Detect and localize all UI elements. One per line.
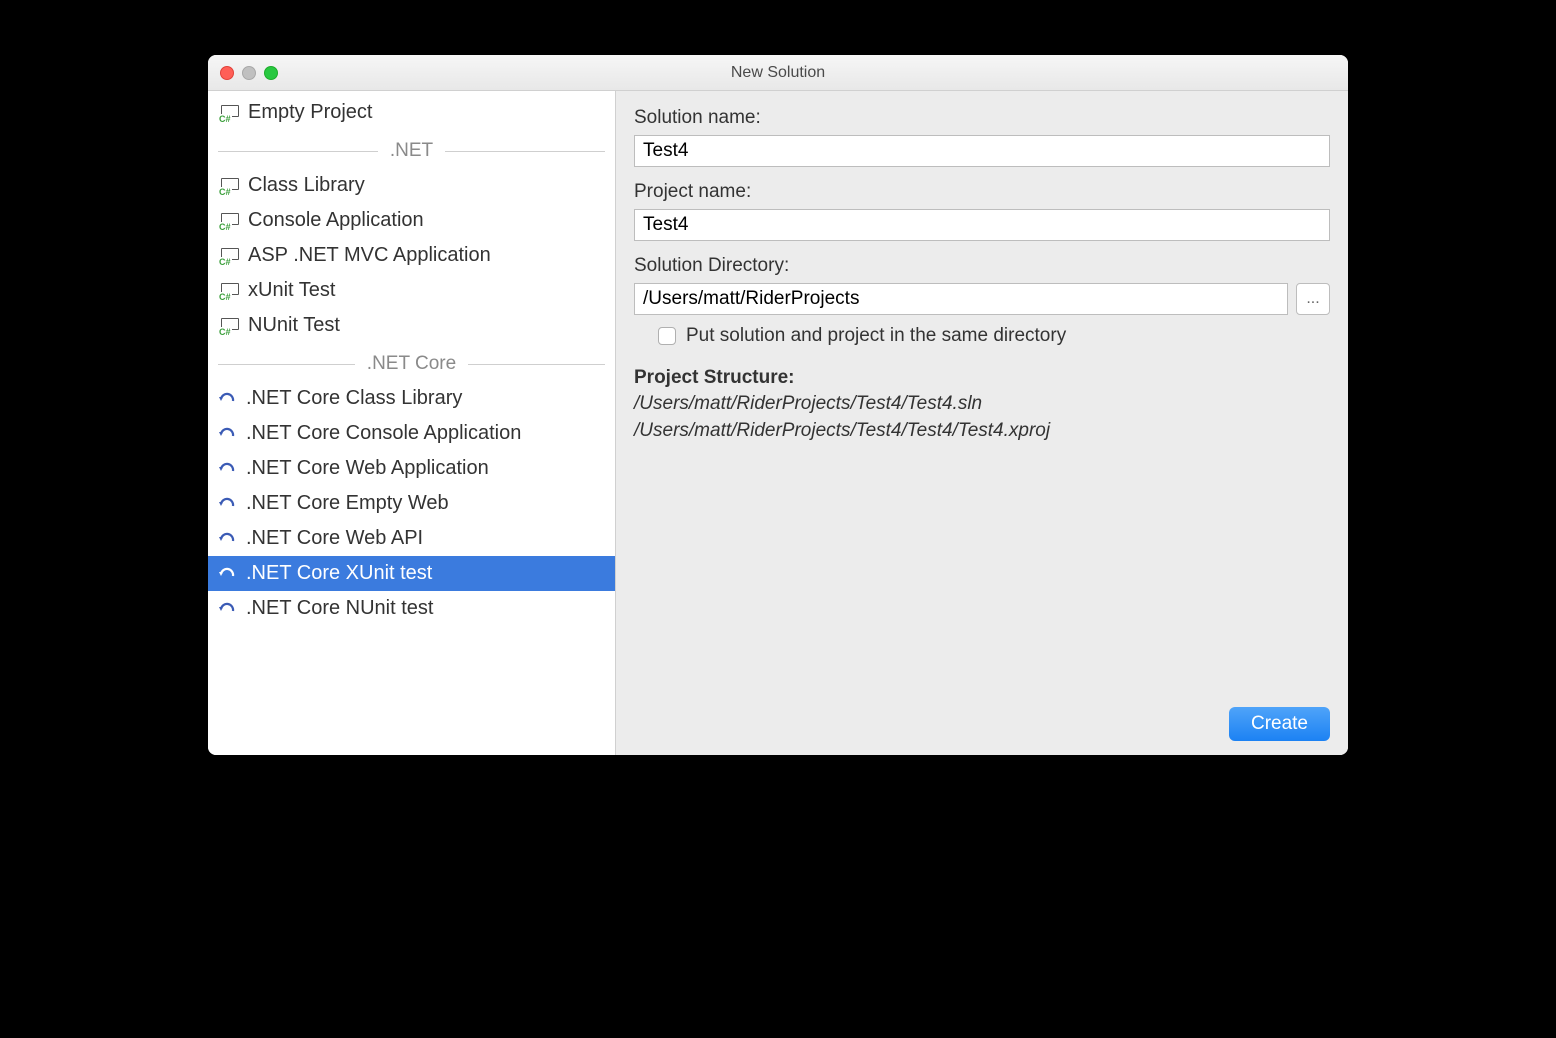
template-item[interactable]: ASP .NET MVC Application (208, 238, 615, 273)
template-item-label: ASP .NET MVC Application (248, 244, 491, 267)
template-sidebar: Empty Project .NET Class Library Console… (208, 91, 616, 755)
template-item[interactable]: .NET Core Class Library (208, 381, 615, 416)
template-item[interactable]: .NET Core NUnit test (208, 591, 615, 626)
solution-name-label: Solution name: (634, 107, 1330, 129)
project-structure-path: /Users/matt/RiderProjects/Test4/Test4/Te… (634, 418, 1330, 445)
window-title: New Solution (208, 64, 1348, 82)
section-label: .NET (378, 140, 445, 162)
template-item[interactable]: .NET Core XUnit test (208, 556, 615, 591)
template-item-label: .NET Core Web Application (246, 457, 489, 480)
project-structure-path: /Users/matt/RiderProjects/Test4/Test4.sl… (634, 391, 1330, 418)
csharp-project-icon (218, 317, 240, 335)
dotnet-core-icon (218, 460, 238, 478)
titlebar: New Solution (208, 55, 1348, 91)
dotnet-core-icon (218, 530, 238, 548)
project-name-input[interactable] (634, 209, 1330, 241)
divider (468, 364, 605, 365)
section-header: .NET Core (208, 347, 615, 381)
template-item-label: .NET Core Console Application (246, 422, 521, 445)
csharp-project-icon (218, 104, 240, 122)
zoom-icon[interactable] (264, 66, 278, 80)
template-item[interactable]: .NET Core Console Application (208, 416, 615, 451)
new-solution-window: New Solution Empty Project .NET Class Li… (208, 55, 1348, 755)
template-item-label: xUnit Test (248, 279, 335, 302)
template-item[interactable]: xUnit Test (208, 273, 615, 308)
template-item-label: Empty Project (248, 101, 372, 124)
template-item[interactable]: Console Application (208, 203, 615, 238)
dotnet-core-icon (218, 565, 238, 583)
section-header: .NET (208, 134, 615, 168)
solution-dir-input[interactable] (634, 283, 1288, 315)
browse-button[interactable]: ... (1296, 283, 1330, 315)
solution-name-input[interactable] (634, 135, 1330, 167)
create-button[interactable]: Create (1229, 707, 1330, 741)
template-item-label: Console Application (248, 209, 424, 232)
dotnet-core-icon (218, 425, 238, 443)
template-item-label: .NET Core Web API (246, 527, 423, 550)
template-item-label: .NET Core Class Library (246, 387, 462, 410)
template-item-label: .NET Core Empty Web (246, 492, 449, 515)
csharp-project-icon (218, 212, 240, 230)
divider (445, 151, 605, 152)
template-item[interactable]: Empty Project (208, 95, 615, 130)
template-item[interactable]: .NET Core Web API (208, 521, 615, 556)
close-icon[interactable] (220, 66, 234, 80)
template-item-label: NUnit Test (248, 314, 340, 337)
section-label: .NET Core (355, 353, 468, 375)
csharp-project-icon (218, 177, 240, 195)
dotnet-core-icon (218, 495, 238, 513)
dotnet-core-icon (218, 390, 238, 408)
template-item[interactable]: NUnit Test (208, 308, 615, 343)
project-name-label: Project name: (634, 181, 1330, 203)
template-item[interactable]: .NET Core Empty Web (208, 486, 615, 521)
same-dir-checkbox[interactable] (658, 327, 676, 345)
template-item[interactable]: .NET Core Web Application (208, 451, 615, 486)
csharp-project-icon (218, 247, 240, 265)
template-item[interactable]: Class Library (208, 168, 615, 203)
form-panel: Solution name: Project name: Solution Di… (616, 91, 1348, 755)
window-controls (208, 66, 278, 80)
divider (218, 364, 355, 365)
template-item-label: .NET Core XUnit test (246, 562, 432, 585)
project-structure-heading: Project Structure: (634, 367, 1330, 389)
template-item-label: .NET Core NUnit test (246, 597, 433, 620)
divider (218, 151, 378, 152)
csharp-project-icon (218, 282, 240, 300)
minimize-icon[interactable] (242, 66, 256, 80)
solution-dir-label: Solution Directory: (634, 255, 1330, 277)
same-dir-label: Put solution and project in the same dir… (686, 325, 1066, 347)
dialog-body: Empty Project .NET Class Library Console… (208, 91, 1348, 755)
template-item-label: Class Library (248, 174, 365, 197)
dotnet-core-icon (218, 600, 238, 618)
